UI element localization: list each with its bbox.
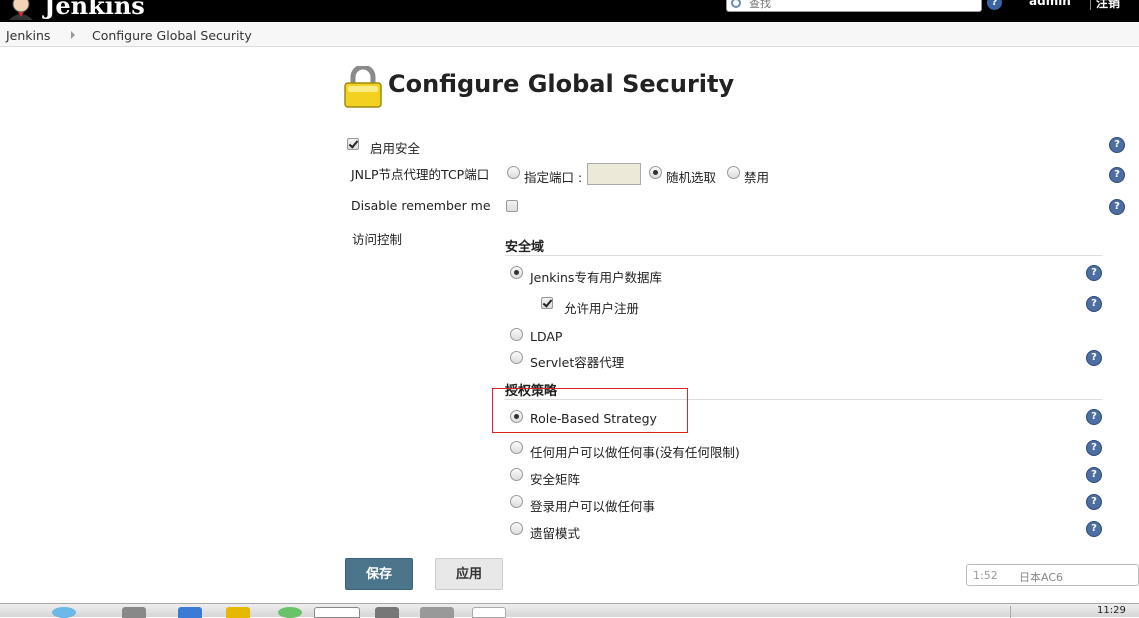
jnlp-random-label: 随机选取 — [666, 170, 717, 185]
realm-servlet-radio[interactable] — [510, 351, 523, 364]
ime-status-bar[interactable]: 1:52 日本AC6 — [966, 564, 1139, 586]
header-separator — [1090, 0, 1091, 10]
user-link[interactable]: admin — [1029, 0, 1071, 8]
help-icon[interactable]: ? — [1086, 467, 1102, 483]
page-title: Configure Global Security — [388, 70, 735, 98]
help-icon[interactable]: ? — [1086, 494, 1102, 510]
breadcrumb-configure-global-security[interactable]: Configure Global Security — [92, 28, 252, 43]
search-box[interactable] — [726, 0, 982, 12]
enable-security-label: 启用安全 — [370, 141, 421, 156]
auth-anyone-label: 任何用户可以做任何事(没有任何限制) — [530, 445, 740, 460]
realm-ldap-label: LDAP — [530, 329, 563, 344]
help-icon[interactable]: ? — [1109, 167, 1125, 183]
security-realm-title: 安全域 — [505, 240, 545, 255]
save-button[interactable]: 保存 — [345, 558, 413, 590]
system-tray: 11:29 — [1010, 605, 1139, 618]
app-icon[interactable] — [472, 607, 506, 618]
app-icon[interactable] — [178, 607, 202, 618]
help-icon[interactable]: ? — [1086, 296, 1102, 312]
disable-remember-me-checkbox[interactable] — [506, 200, 518, 212]
auth-role-based-label: Role-Based Strategy — [530, 411, 657, 426]
windows-taskbar: 11:29 — [0, 603, 1139, 618]
terminal-icon[interactable] — [420, 607, 454, 618]
folder-icon[interactable] — [226, 607, 250, 618]
auth-anyone-radio[interactable] — [510, 441, 523, 454]
logout-link[interactable]: 注销 — [1096, 0, 1120, 11]
disable-remember-me-label: Disable remember me — [351, 198, 491, 213]
realm-ldap-radio[interactable] — [510, 328, 523, 341]
realm-jenkins-db-radio[interactable] — [510, 266, 523, 279]
top-header: Jenkins ? admin 注销 — [0, 0, 1139, 22]
realm-jenkins-db-label: Jenkins专有用户数据库 — [530, 270, 662, 285]
jnlp-random-radio[interactable] — [649, 166, 662, 179]
help-icon[interactable]: ? — [1109, 137, 1125, 153]
auth-legacy-label: 遗留模式 — [530, 526, 581, 541]
allow-signup-checkbox[interactable] — [541, 297, 553, 309]
auth-logged-in-radio[interactable] — [510, 495, 523, 508]
header-help-icon[interactable]: ? — [987, 0, 1002, 10]
allow-signup-label: 允许用户注册 — [564, 301, 640, 316]
breadcrumb-jenkins[interactable]: Jenkins — [6, 28, 50, 43]
jnlp-disable-radio[interactable] — [727, 166, 740, 179]
help-icon[interactable]: ? — [1086, 350, 1102, 366]
jnlp-disable-label: 禁用 — [744, 170, 770, 185]
jnlp-port-input[interactable] — [587, 163, 641, 185]
search-input[interactable] — [747, 0, 967, 11]
auth-matrix-radio[interactable] — [510, 468, 523, 481]
chrome-task-button[interactable] — [314, 607, 360, 618]
help-icon[interactable]: ? — [1086, 265, 1102, 281]
enable-security-checkbox[interactable] — [347, 138, 359, 150]
help-icon[interactable]: ? — [1086, 440, 1102, 456]
jenkins-logo-text[interactable]: Jenkins — [44, 0, 145, 20]
lock-icon — [344, 66, 382, 108]
server-icon[interactable] — [122, 607, 146, 618]
jnlp-fixed-port-radio[interactable] — [507, 166, 520, 179]
app-icon[interactable] — [375, 607, 399, 618]
realm-servlet-label: Servlet容器代理 — [530, 355, 625, 370]
access-control-label: 访问控制 — [352, 232, 403, 247]
help-icon[interactable]: ? — [1109, 199, 1125, 215]
jenkins-butler-icon[interactable] — [6, 0, 36, 20]
auth-role-based-radio[interactable] — [510, 410, 523, 423]
jnlp-port-label: JNLP节点代理的TCP端口 — [351, 167, 490, 182]
help-icon[interactable]: ? — [1086, 521, 1102, 537]
auth-logged-in-label: 登录用户可以做任何事 — [530, 499, 656, 514]
section-divider — [505, 255, 1102, 256]
ime-left-text: 1:52 — [973, 569, 998, 582]
search-icon — [731, 0, 741, 8]
auth-matrix-label: 安全矩阵 — [530, 472, 581, 487]
apply-button[interactable]: 应用 — [435, 558, 503, 590]
breadcrumb-arrow-icon — [71, 31, 75, 39]
app-icon[interactable] — [278, 607, 302, 618]
jnlp-fixed-port-label: 指定端口 : — [524, 170, 583, 185]
help-icon[interactable]: ? — [1086, 409, 1102, 425]
breadcrumb: Jenkins Configure Global Security — [0, 22, 1139, 47]
ie-icon[interactable] — [52, 607, 76, 618]
ime-right-text: 日本AC6 — [1019, 571, 1064, 584]
clock[interactable]: 11:29 — [1097, 605, 1126, 616]
auth-legacy-radio[interactable] — [510, 522, 523, 535]
